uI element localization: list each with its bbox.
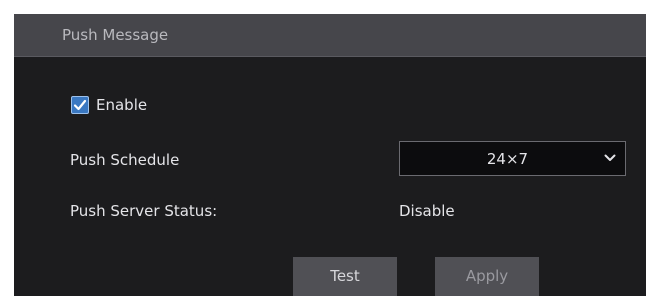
panel-title-bar: Push Message	[14, 14, 646, 57]
enable-label[interactable]: Enable	[96, 95, 147, 115]
push-schedule-select[interactable]: 24×7	[399, 141, 626, 176]
push-server-status-label: Push Server Status:	[70, 202, 218, 220]
checkmark-icon	[73, 99, 87, 111]
push-server-status-value: Disable	[399, 202, 455, 220]
panel-title: Push Message	[62, 26, 169, 44]
push-message-panel: Push Message Enable Push Schedule 24×7 P…	[14, 14, 646, 296]
push-schedule-label: Push Schedule	[70, 151, 180, 169]
chevron-down-icon	[604, 154, 616, 161]
test-button[interactable]: Test	[293, 257, 397, 296]
enable-row[interactable]: Enable	[71, 94, 147, 116]
apply-button[interactable]: Apply	[435, 257, 539, 296]
enable-checkbox[interactable]	[71, 96, 89, 114]
screen: Push Message Enable Push Schedule 24×7 P…	[0, 0, 652, 307]
push-schedule-value: 24×7	[486, 150, 529, 168]
